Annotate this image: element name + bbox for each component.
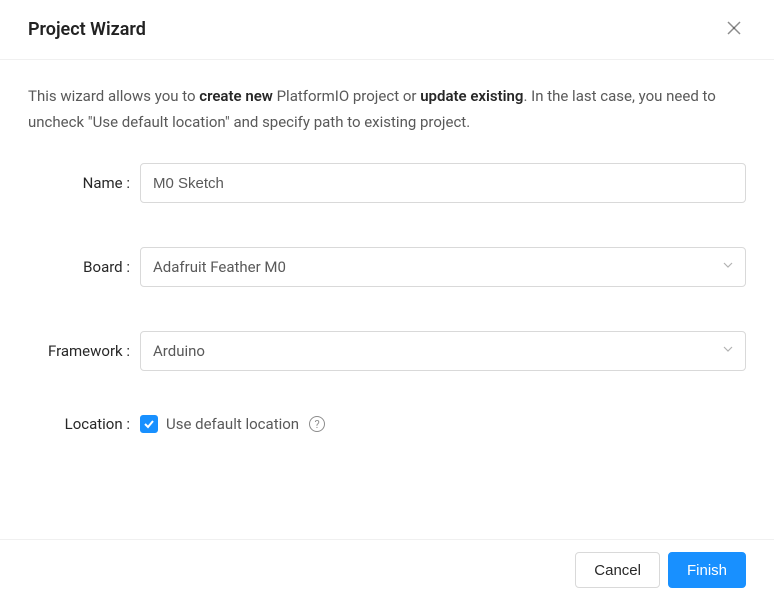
location-checkbox[interactable] xyxy=(140,415,158,433)
check-icon xyxy=(143,418,155,430)
framework-label: Framework : xyxy=(28,342,140,360)
board-select[interactable]: Adafruit Feather M0 xyxy=(140,247,746,287)
dialog-footer: Cancel Finish xyxy=(0,539,774,600)
framework-row: Framework : Arduino xyxy=(28,331,746,371)
cancel-button[interactable]: Cancel xyxy=(575,552,660,588)
board-value: Adafruit Feather M0 xyxy=(153,258,286,276)
location-row: Location : Use default location ? xyxy=(28,415,746,433)
dialog-body: This wizard allows you to create new Pla… xyxy=(0,60,774,457)
framework-value: Arduino xyxy=(153,342,205,360)
board-label: Board : xyxy=(28,258,140,276)
dialog-header: Project Wizard xyxy=(0,0,774,60)
dialog-title: Project Wizard xyxy=(28,19,146,40)
framework-select[interactable]: Arduino xyxy=(140,331,746,371)
intro-bold1: create new xyxy=(199,87,273,105)
close-icon xyxy=(726,20,742,40)
location-label: Location : xyxy=(28,415,140,433)
name-row: Name : xyxy=(28,163,746,203)
close-button[interactable] xyxy=(722,16,746,43)
board-row: Board : Adafruit Feather M0 xyxy=(28,247,746,287)
help-icon[interactable]: ? xyxy=(309,416,325,432)
intro-pre: This wizard allows you to xyxy=(28,87,199,105)
name-label: Name : xyxy=(28,174,140,192)
intro-mid: PlatformIO project or xyxy=(273,87,420,105)
intro-bold2: update existing xyxy=(420,87,523,105)
name-input[interactable] xyxy=(140,163,746,203)
intro-text: This wizard allows you to create new Pla… xyxy=(28,84,746,135)
finish-button[interactable]: Finish xyxy=(668,552,746,588)
location-checkbox-label[interactable]: Use default location xyxy=(166,415,299,433)
